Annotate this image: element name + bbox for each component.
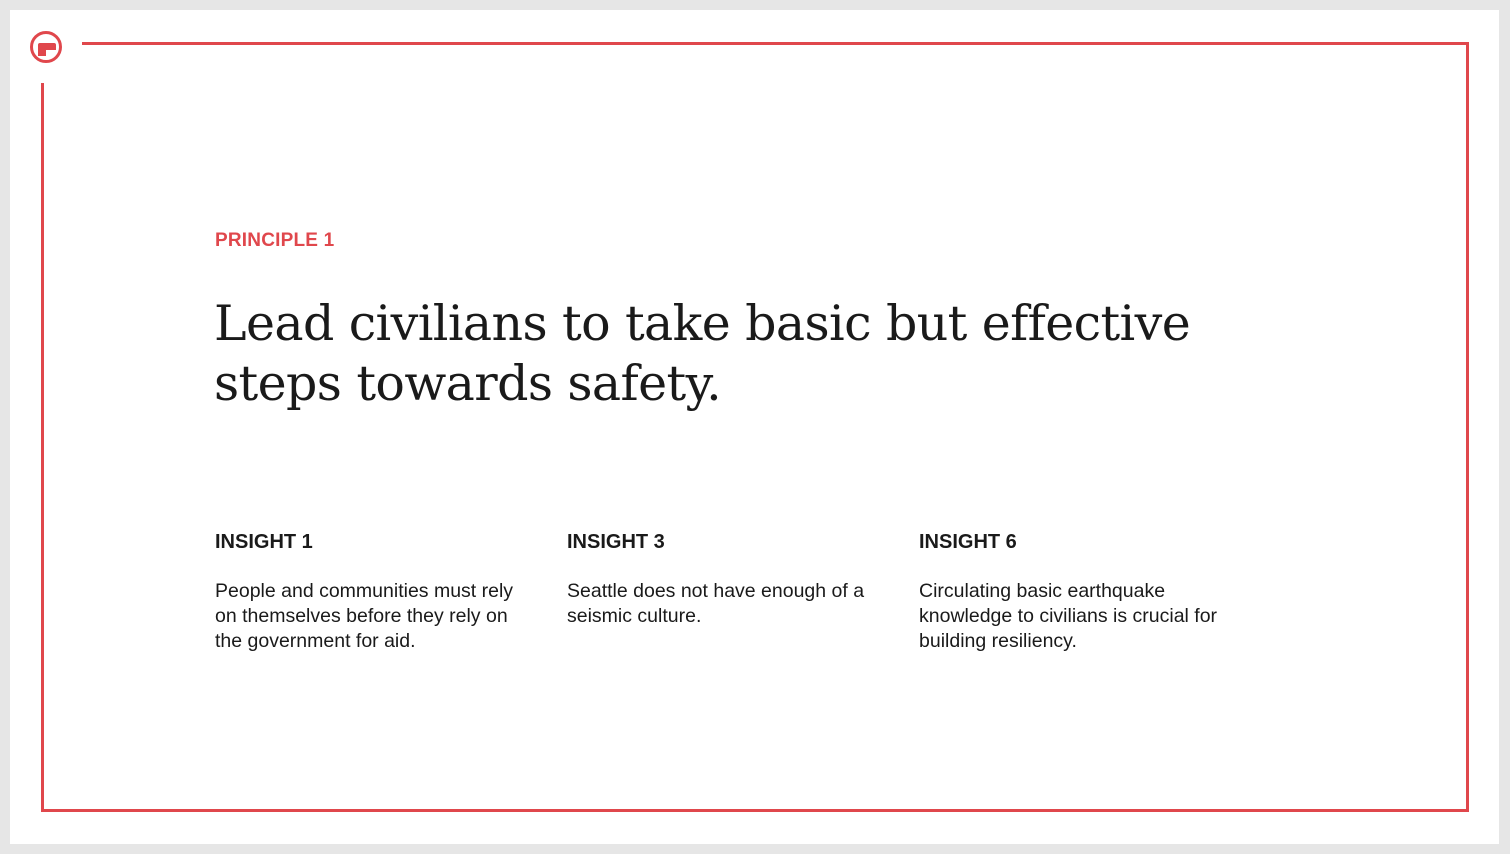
insight-card: INSIGHT 1 People and communities must re… <box>215 529 567 654</box>
slide-headline: Lead civilians to take basic but effecti… <box>214 295 1191 412</box>
insight-body: Seattle does not have enough of a seismi… <box>567 580 865 627</box>
insight-body: Circulating basic earthquake knowledge t… <box>919 580 1218 652</box>
logo-icon <box>30 31 62 63</box>
insight-title: INSIGHT 6 <box>919 531 1017 553</box>
insights-row: INSIGHT 1 People and communities must re… <box>215 529 1271 654</box>
principle-label: PRINCIPLE 1 <box>215 230 335 251</box>
insight-title: INSIGHT 1 <box>215 531 313 553</box>
insight-card: INSIGHT 3 Seattle does not have enough o… <box>567 529 919 654</box>
insight-title: INSIGHT 3 <box>567 531 665 553</box>
frame-top-border <box>82 42 1469 45</box>
frame-left-border <box>41 83 44 812</box>
insight-card: INSIGHT 6 Circulating basic earthquake k… <box>919 529 1271 654</box>
frame-bottom-border <box>41 809 1469 812</box>
slide: PRINCIPLE 1 Lead civilians to take basic… <box>10 10 1499 844</box>
insight-body: People and communities must rely on them… <box>215 580 514 652</box>
frame-right-border <box>1466 42 1469 812</box>
